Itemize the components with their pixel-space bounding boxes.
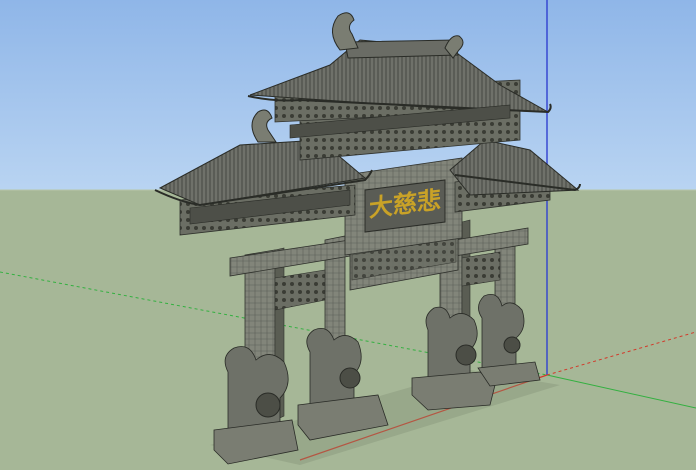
left-front-drum-carving bbox=[255, 392, 281, 418]
central-panel[interactable]: 大慈悲 bbox=[344, 157, 463, 256]
modeling-viewport[interactable]: 大慈悲 bbox=[0, 0, 696, 470]
right-drum-carving bbox=[455, 344, 477, 366]
top-ridge bbox=[344, 39, 459, 59]
scene-canvas[interactable]: 大慈悲 bbox=[0, 0, 696, 470]
right-back-drum-carving bbox=[503, 336, 521, 354]
right-frieze-panel bbox=[461, 251, 501, 287]
right-front-base bbox=[411, 371, 496, 411]
left-back-drum-carving bbox=[339, 367, 361, 389]
